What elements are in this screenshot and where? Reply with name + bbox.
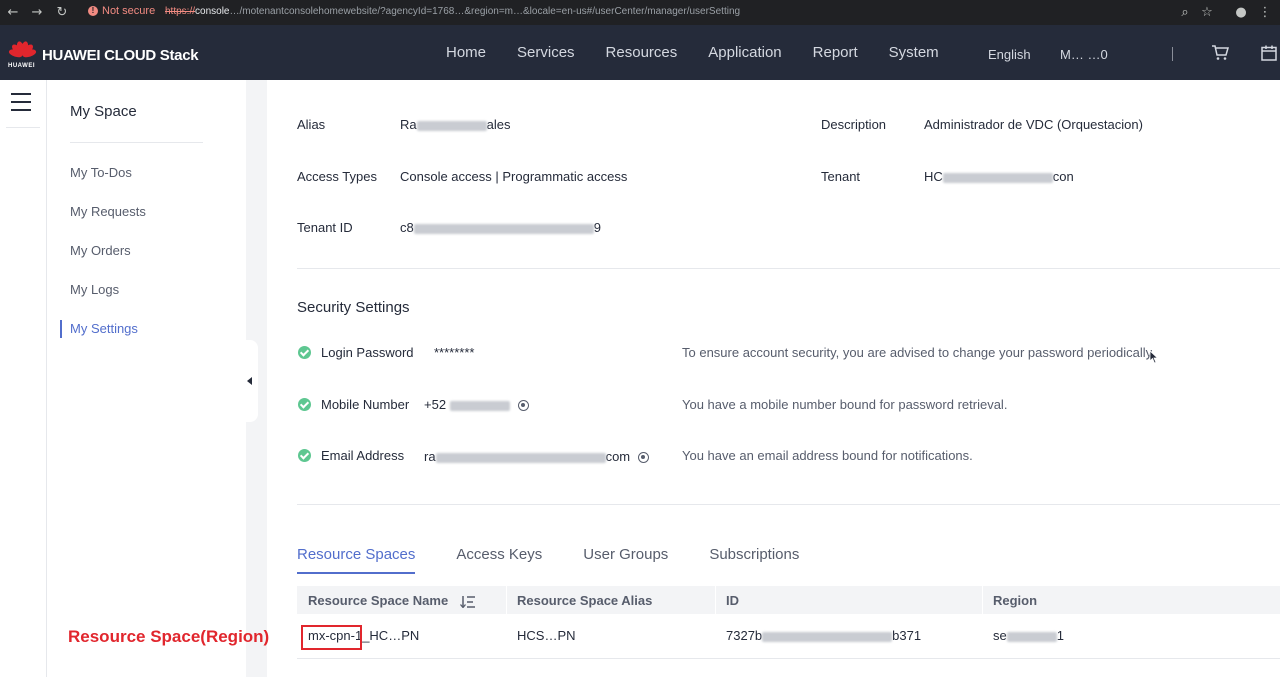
sidebar-divider xyxy=(70,142,203,143)
nav-home[interactable]: Home xyxy=(446,44,486,61)
column-header-name[interactable]: Resource Space Name xyxy=(308,593,475,608)
access-types-value: Console access | Programmatic access xyxy=(400,169,628,184)
column-separator xyxy=(506,586,507,614)
sidebar-title: My Space xyxy=(70,103,137,120)
mobile-number-note: You have a mobile number bound for passw… xyxy=(682,397,1008,412)
check-circle-icon xyxy=(298,398,311,411)
resource-space-id-cell: 7327b b371 xyxy=(726,628,922,643)
check-circle-icon xyxy=(298,346,311,359)
tenant-value: HC con xyxy=(924,169,1074,184)
region-cell: se 1 xyxy=(993,628,1064,643)
tab-bar: Resource Spaces Access Keys User Groups … xyxy=(297,546,840,574)
main-content: Alias Ra ales Description Administrador d… xyxy=(267,80,1280,677)
column-header-alias: Resource Space Alias xyxy=(517,593,653,608)
tenant-id-value: c8 9 xyxy=(400,220,601,235)
table-row[interactable]: mx-cpn-1_HC…PN HCS…PN 7327b b371 se 1 xyxy=(297,614,1280,659)
tenant-id-label: Tenant ID xyxy=(297,220,353,235)
url-scheme: https:// xyxy=(165,6,196,17)
tab-subscriptions[interactable]: Subscriptions xyxy=(709,546,799,574)
reload-icon[interactable]: ↻ xyxy=(53,5,71,20)
email-address-value: ra com xyxy=(424,449,650,464)
sort-icon[interactable] xyxy=(459,595,475,608)
sidebar-item-my-requests[interactable]: My Requests xyxy=(70,204,146,219)
huawei-logo[interactable]: HUAWEI CLOUD Stack xyxy=(8,40,199,70)
active-indicator xyxy=(60,320,62,338)
eye-icon[interactable] xyxy=(638,452,650,464)
language-switcher[interactable]: English xyxy=(988,47,1031,62)
header-divider xyxy=(1172,47,1173,61)
url-host: console xyxy=(195,6,230,17)
tab-user-groups[interactable]: User Groups xyxy=(583,546,668,574)
resource-space-alias-cell: HCS…PN xyxy=(517,628,576,643)
annotation-label: Resource Space(Region) xyxy=(68,627,270,646)
nav-report[interactable]: Report xyxy=(813,44,858,61)
check-circle-icon xyxy=(298,449,311,462)
security-label: Not secure xyxy=(102,5,156,17)
column-header-region: Region xyxy=(993,593,1038,608)
tab-resource-spaces[interactable]: Resource Spaces xyxy=(297,546,416,574)
column-header-id: ID xyxy=(726,593,739,608)
left-rail xyxy=(0,80,47,677)
collapse-arrow-icon xyxy=(247,377,252,385)
mouse-cursor-icon xyxy=(1149,350,1159,364)
app-header: HUAWEI CLOUD Stack HUAWEI Home Services … xyxy=(0,25,1280,80)
alias-value: Ra ales xyxy=(400,117,511,132)
rail-divider xyxy=(6,127,40,128)
tenant-label: Tenant xyxy=(821,169,861,184)
url-path: …/motenantconsolehomewebsite/?agencyId=1… xyxy=(229,6,741,17)
table-header: Resource Space Name Resource Space Alias… xyxy=(297,586,1280,614)
column-separator xyxy=(982,586,983,614)
mobile-number-label: Mobile Number xyxy=(321,397,410,412)
login-password-value: ******** xyxy=(434,345,475,360)
login-password-note: To ensure account security, you are advi… xyxy=(682,345,1155,360)
sidebar: My Space My To-Dos My Requests My Orders… xyxy=(48,80,246,677)
description-label: Description xyxy=(821,117,887,132)
zoom-icon[interactable]: ⌕ xyxy=(1176,5,1194,20)
login-password-label: Login Password xyxy=(321,345,414,360)
logo-subtext: HUAWEI xyxy=(8,63,35,69)
nav-application[interactable]: Application xyxy=(708,44,781,61)
column-separator xyxy=(715,586,716,614)
sidebar-item-my-todos[interactable]: My To-Dos xyxy=(70,165,132,180)
nav-services[interactable]: Services xyxy=(517,44,575,61)
sidebar-collapse-button[interactable] xyxy=(241,340,258,422)
forward-icon[interactable]: → xyxy=(28,5,46,20)
sidebar-item-my-orders[interactable]: My Orders xyxy=(70,243,131,258)
description-value: Administrador de VDC (Orquestacion) xyxy=(924,117,1143,132)
logo-text: HUAWEI CLOUD Stack xyxy=(42,46,199,64)
security-settings-title: Security Settings xyxy=(297,299,410,316)
email-address-note: You have an email address bound for noti… xyxy=(682,448,973,463)
more-menu-icon[interactable]: ⋮ xyxy=(1256,5,1274,20)
sidebar-item-my-logs[interactable]: My Logs xyxy=(70,282,119,297)
nav-system[interactable]: System xyxy=(889,44,939,61)
mobile-number-value: +52 xyxy=(424,397,529,412)
cart-icon[interactable] xyxy=(1211,45,1229,61)
bookmark-star-icon[interactable]: ☆ xyxy=(1198,5,1216,20)
access-types-label: Access Types xyxy=(297,169,377,184)
warning-icon: ! xyxy=(88,6,98,16)
profile-icon[interactable]: ● xyxy=(1232,5,1250,20)
section-divider xyxy=(297,504,1280,505)
user-menu[interactable]: M… …0 xyxy=(1060,47,1108,62)
tab-access-keys[interactable]: Access Keys xyxy=(456,546,542,574)
security-indicator[interactable]: ! Not secure xyxy=(88,5,155,17)
section-divider xyxy=(297,268,1280,269)
nav-resources[interactable]: Resources xyxy=(606,44,678,61)
highlight-annotation-box xyxy=(301,625,362,650)
address-bar[interactable]: https://console…/motenantconsolehomewebs… xyxy=(165,6,740,17)
calendar-icon[interactable] xyxy=(1261,45,1277,61)
browser-toolbar: ← → ↻ ! Not secure https://console…/mote… xyxy=(0,0,1280,25)
back-icon[interactable]: ← xyxy=(4,5,22,20)
hamburger-menu-icon[interactable] xyxy=(11,93,31,111)
alias-label: Alias xyxy=(297,117,326,132)
sidebar-item-my-settings[interactable]: My Settings xyxy=(70,321,138,336)
main-nav: Home Services Resources Application Repo… xyxy=(446,25,970,80)
email-address-label: Email Address xyxy=(321,448,405,463)
eye-icon[interactable] xyxy=(517,400,529,412)
